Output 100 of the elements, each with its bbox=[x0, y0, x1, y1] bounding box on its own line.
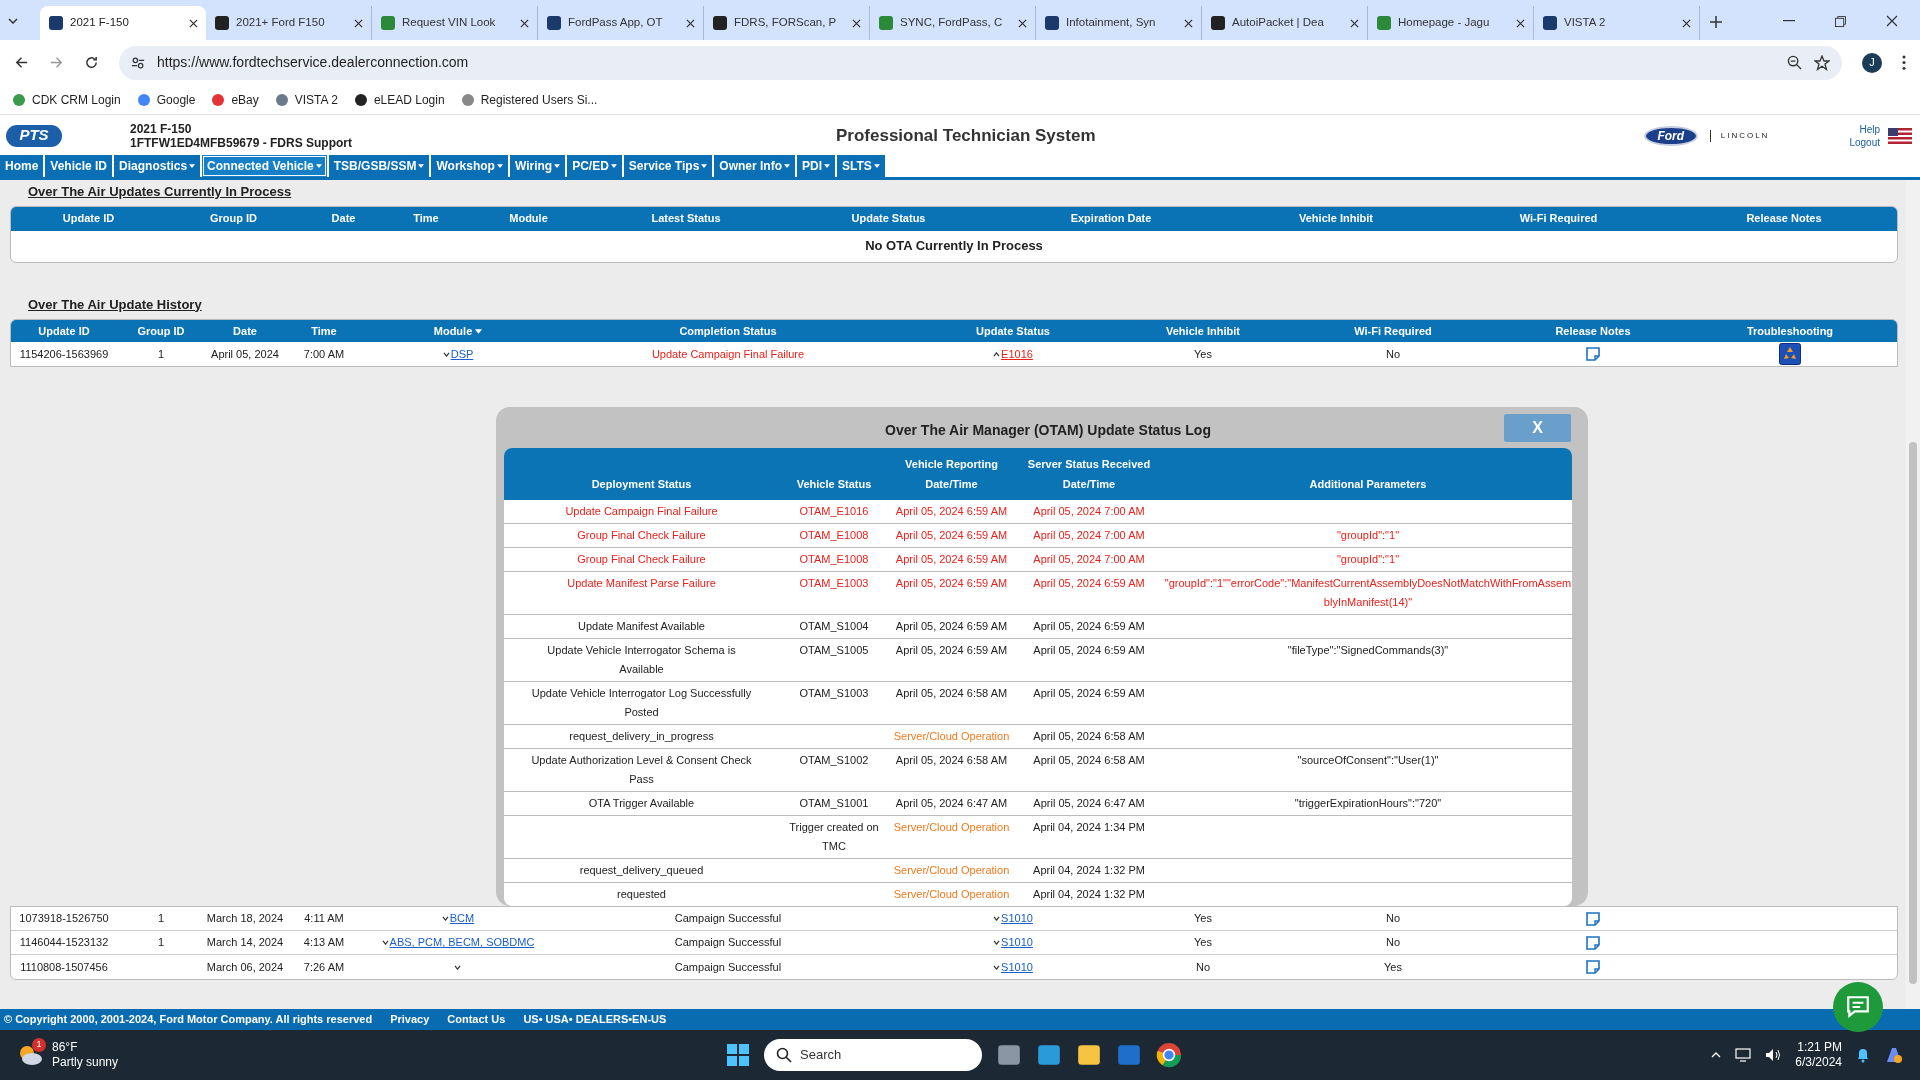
table-cell-text: April 05, 2024 7:00 AM bbox=[1032, 552, 1146, 567]
tab-search-icon[interactable] bbox=[8, 18, 18, 24]
module-link[interactable]: ABS, PCM, BECM, SOBDMC bbox=[389, 934, 535, 951]
note-icon[interactable] bbox=[1585, 959, 1601, 975]
bookmark[interactable]: VISTA 2 bbox=[274, 90, 338, 109]
back-icon[interactable] bbox=[14, 55, 29, 70]
close-icon[interactable] bbox=[520, 18, 529, 28]
network-icon[interactable] bbox=[1735, 1048, 1752, 1062]
status-link[interactable]: S1010 bbox=[1001, 934, 1033, 951]
caret-icon bbox=[701, 164, 708, 168]
bookmark[interactable]: eBay bbox=[211, 90, 259, 109]
chevron-down-icon[interactable] bbox=[993, 964, 1001, 970]
table-cell-text: requested bbox=[617, 887, 666, 902]
chevron-down-icon[interactable] bbox=[993, 940, 1001, 945]
temperature-text: 86°F bbox=[52, 1040, 79, 1055]
close-icon[interactable] bbox=[354, 18, 363, 28]
nav-tab[interactable]: Diagnostics bbox=[114, 155, 201, 177]
bell-icon[interactable] bbox=[1856, 1047, 1870, 1063]
table-cell-text: Update Vehicle Interrogator Log Successfully Posted bbox=[530, 686, 753, 720]
chevron-down-icon[interactable] bbox=[454, 964, 461, 970]
logo[interactable]: PTS bbox=[6, 124, 62, 147]
clock-date[interactable]: 6/3/2024 bbox=[1795, 1055, 1842, 1070]
volume-icon[interactable] bbox=[1765, 1048, 1782, 1062]
close-icon[interactable] bbox=[1018, 18, 1027, 28]
footer-link[interactable]: Contact Us bbox=[447, 1011, 506, 1028]
flag-icon[interactable] bbox=[1888, 127, 1912, 144]
copilot-icon[interactable] bbox=[1884, 1045, 1904, 1065]
close-icon[interactable] bbox=[1516, 18, 1525, 28]
scrollbar[interactable] bbox=[1906, 180, 1920, 1009]
scrollbar-thumb[interactable] bbox=[1909, 442, 1917, 984]
site-settings-icon[interactable] bbox=[131, 55, 145, 70]
restore-icon[interactable] bbox=[1835, 15, 1846, 27]
copyright-text: © Copyright 2000, 2001-2024, Ford Motor Company. All rights reserved bbox=[4, 1012, 373, 1028]
chevron-down-icon[interactable] bbox=[381, 940, 389, 945]
close-icon[interactable] bbox=[686, 18, 695, 28]
close-icon[interactable] bbox=[1184, 18, 1193, 28]
nav-tab[interactable]: PC/ED bbox=[567, 155, 622, 177]
status-link[interactable]: E1016 bbox=[1001, 345, 1033, 363]
nav-tab[interactable]: Service Tips bbox=[623, 155, 713, 177]
header-link[interactable]: Help bbox=[1859, 122, 1880, 136]
site-icon bbox=[546, 15, 562, 31]
header-link[interactable]: Logout bbox=[1849, 135, 1880, 149]
caret-icon bbox=[554, 164, 561, 168]
address-bar[interactable]: https://www.fordtechservice.dealerconnection.com bbox=[119, 45, 1842, 80]
close-icon[interactable] bbox=[852, 18, 861, 28]
table-cell-text: request_delivery_in_progress bbox=[569, 729, 714, 744]
table-cell-text: April 05, 2024 6:59 AM bbox=[894, 619, 1009, 634]
table-cell-text: Yes bbox=[1193, 935, 1213, 951]
forward-icon[interactable] bbox=[49, 55, 64, 70]
troubleshooting-icon[interactable] bbox=[1779, 343, 1801, 365]
tab-title: FDRS, FORScan, P bbox=[734, 15, 838, 31]
table-cell-text: No bbox=[1384, 935, 1402, 951]
table-cell-text: 1110808-1507456 bbox=[19, 959, 109, 975]
nav-tab[interactable]: PDI bbox=[797, 155, 835, 177]
close-icon[interactable] bbox=[1682, 18, 1691, 28]
reload-icon[interactable] bbox=[84, 55, 99, 70]
site-icon bbox=[48, 15, 64, 31]
nav-tab[interactable]: SLTS bbox=[837, 155, 885, 177]
nav-tab[interactable]: TSB/GSB/SSM bbox=[328, 155, 430, 177]
chevron-down-icon[interactable] bbox=[442, 351, 450, 357]
nav-tab[interactable]: Vehicle ID bbox=[45, 155, 113, 177]
close-icon[interactable] bbox=[1350, 18, 1359, 28]
nav-tab[interactable]: Workshop bbox=[431, 155, 508, 177]
nav-tab[interactable]: Owner Info bbox=[714, 155, 795, 177]
status-link[interactable]: S1010 bbox=[1001, 958, 1033, 976]
close-icon[interactable] bbox=[189, 18, 198, 28]
note-icon[interactable] bbox=[1585, 346, 1601, 362]
note-icon[interactable] bbox=[1585, 910, 1601, 927]
taskbar-search[interactable]: Search bbox=[764, 1039, 982, 1071]
minimize-icon[interactable] bbox=[1783, 20, 1795, 22]
new-tab-icon[interactable] bbox=[1710, 16, 1722, 28]
chevron-down-icon[interactable] bbox=[441, 916, 449, 921]
nav-tab[interactable]: Connected Vehicle bbox=[202, 155, 327, 177]
zoom-icon[interactable] bbox=[1787, 55, 1802, 70]
system-title: Professional Technician System bbox=[836, 125, 1096, 147]
nav-tab[interactable]: Wiring bbox=[509, 155, 566, 177]
bookmark[interactable]: Registered Users Si... bbox=[460, 90, 598, 109]
profile-avatar[interactable]: J bbox=[1862, 52, 1882, 73]
note-icon[interactable] bbox=[1585, 934, 1601, 951]
nav-tab[interactable]: Home bbox=[0, 155, 44, 177]
start-icon[interactable] bbox=[726, 1043, 750, 1067]
module-link[interactable]: BCM bbox=[449, 910, 475, 927]
caret-icon bbox=[610, 164, 617, 168]
column-header: Date/Time bbox=[925, 477, 978, 492]
close-icon[interactable] bbox=[1886, 15, 1898, 27]
footer-link[interactable]: Privacy bbox=[390, 1011, 430, 1028]
star-icon[interactable] bbox=[1814, 54, 1830, 71]
column-header: Vehicle Status bbox=[796, 477, 872, 492]
module-link[interactable]: DSP bbox=[450, 345, 474, 363]
chevron-up-icon[interactable] bbox=[993, 351, 1001, 357]
bookmark[interactable]: CDK CRM Login bbox=[12, 90, 121, 109]
bookmark[interactable]: eLEAD Login bbox=[353, 90, 445, 109]
empty-message: No OTA Currently In Process bbox=[865, 237, 1043, 256]
table-cell-text: 1 bbox=[157, 935, 165, 951]
bookmark[interactable]: Google bbox=[136, 90, 196, 109]
menu-icon[interactable] bbox=[1902, 55, 1906, 70]
browser-tab[interactable]: 2021 F-150 bbox=[40, 6, 206, 40]
clock-time[interactable]: 1:21 PM bbox=[1797, 1040, 1842, 1055]
chevron-down-icon[interactable] bbox=[993, 916, 1001, 921]
status-link[interactable]: S1010 bbox=[1001, 910, 1033, 927]
